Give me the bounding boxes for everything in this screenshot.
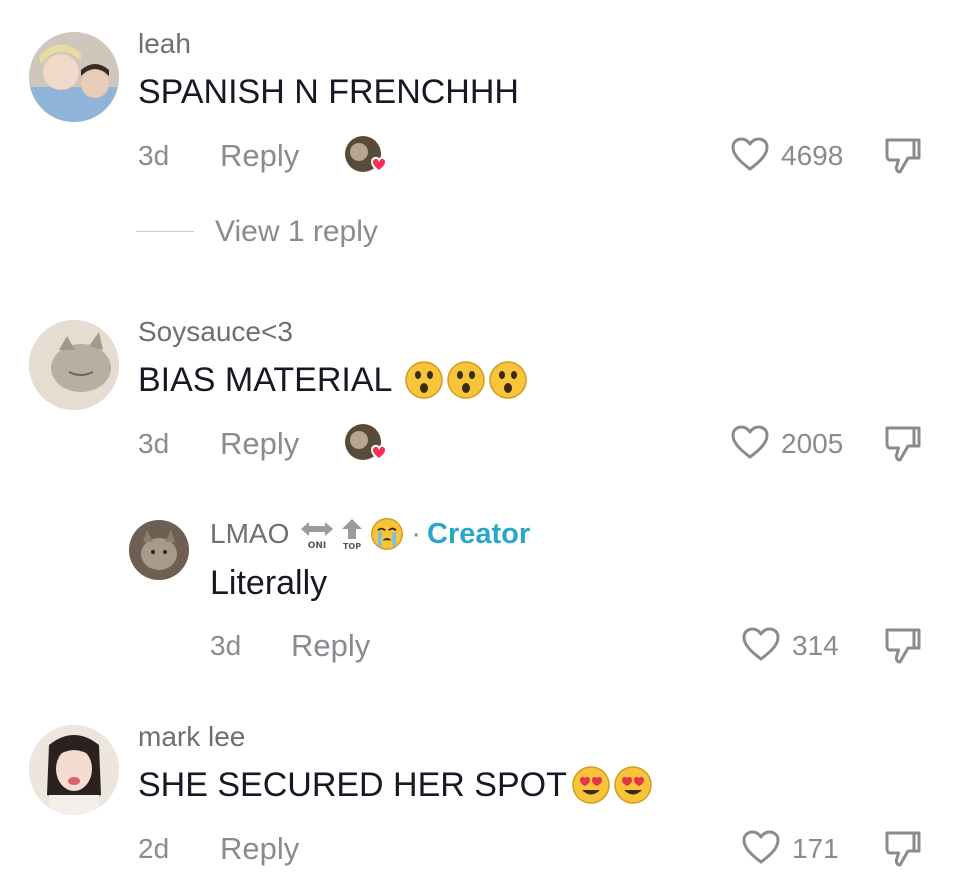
comment-leah: leah SPANISH N FRENCHHH 3d Reply 4698 Vi…: [0, 0, 960, 280]
view-replies-link[interactable]: View 1 reply: [215, 215, 378, 249]
creator-liked-icon: [345, 134, 388, 174]
avatar[interactable]: [29, 32, 119, 122]
dislike-icon[interactable]: [884, 424, 922, 469]
user-badges: ONI TOP: [299, 516, 405, 552]
astonished-emoji: [489, 361, 528, 399]
comment-text: Literally: [210, 564, 327, 603]
oni-badge-icon: ONI: [301, 522, 334, 551]
reply-button[interactable]: Reply: [291, 628, 370, 664]
like-count: 4698: [781, 140, 844, 171]
comment-soysauce: Soysauce<3 BIAS MATERIAL 3d Reply 2005: [0, 300, 960, 480]
like-heart-icon[interactable]: [730, 424, 770, 465]
comment-text-content: Literally: [210, 564, 328, 602]
heart-eyes-emoji: [572, 766, 610, 804]
reply-button[interactable]: Reply: [220, 831, 299, 867]
avatar[interactable]: [29, 320, 119, 410]
heart-eyes-emoji: [614, 766, 652, 804]
reply-button[interactable]: Reply: [220, 138, 299, 174]
like-heart-icon[interactable]: [741, 829, 781, 870]
comment-username[interactable]: leah: [138, 28, 191, 60]
comment-time: 3d: [138, 140, 170, 171]
reply-lmao: LMAO ONI TOP · Creator Literally 3d Repl…: [0, 500, 960, 680]
avatar[interactable]: [129, 520, 189, 580]
astonished-emoji: [405, 361, 444, 399]
like-heart-icon[interactable]: [730, 136, 770, 177]
comment-time: 2d: [138, 833, 170, 864]
comment-mark-lee: mark lee SHE SECURED HER SPOT 2d Reply 1…: [0, 705, 960, 896]
avatar[interactable]: [29, 725, 119, 815]
reply-button[interactable]: Reply: [220, 426, 299, 462]
comment-text: SHE SECURED HER SPOT: [138, 765, 653, 805]
separator: ·: [411, 517, 422, 550]
comment-text: BIAS MATERIAL: [138, 360, 528, 400]
comment-username[interactable]: LMAO: [210, 518, 289, 550]
reply-header: LMAO ONI TOP · Creator: [210, 516, 530, 552]
comment-time: 3d: [210, 630, 242, 661]
comment-text-content: SHE SECURED HER SPOT: [138, 765, 567, 804]
svg-text:ONI: ONI: [308, 541, 327, 551]
dislike-icon[interactable]: [884, 136, 922, 181]
comment-username[interactable]: Soysauce<3: [138, 316, 293, 348]
divider: [136, 231, 194, 232]
dislike-icon[interactable]: [884, 829, 922, 874]
dislike-icon[interactable]: [884, 626, 922, 671]
comment-text: SPANISH N FRENCHHH: [138, 73, 519, 112]
like-heart-icon[interactable]: [741, 626, 781, 667]
astonished-emoji: [447, 361, 486, 399]
comment-text-content: BIAS MATERIAL: [138, 360, 393, 399]
like-count: 171: [792, 833, 839, 864]
crying-emoji: [371, 518, 404, 550]
like-count: 314: [792, 630, 839, 661]
svg-text:TOP: TOP: [343, 542, 361, 551]
top-badge-icon: TOP: [342, 519, 363, 551]
comment-text-content: SPANISH N FRENCHHH: [138, 73, 519, 111]
creator-tag: Creator: [427, 517, 531, 550]
comment-time: 3d: [138, 428, 170, 459]
comment-username[interactable]: mark lee: [138, 721, 245, 753]
creator-liked-icon: [345, 422, 388, 462]
like-count: 2005: [781, 428, 844, 459]
